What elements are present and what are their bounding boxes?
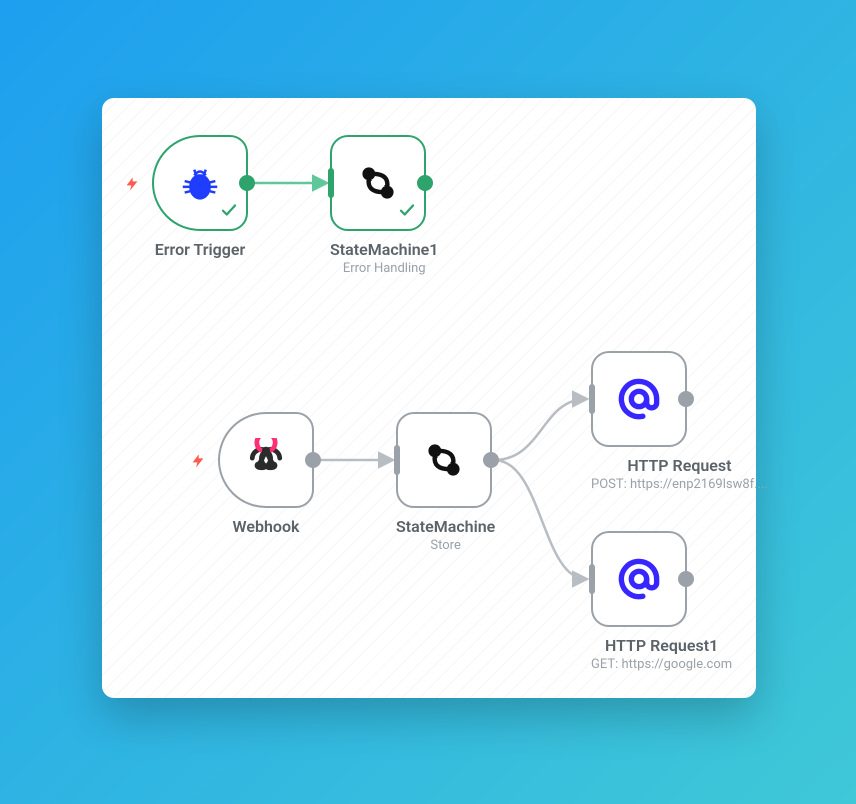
node-http-request[interactable]: HTTP Request POST: https://enp2169lsw8f.…: [591, 351, 768, 492]
node-box[interactable]: [330, 135, 426, 231]
workflow-canvas[interactable]: Error Trigger StateMachine1 Error Han: [102, 98, 756, 698]
node-label: Error Trigger: [152, 240, 248, 259]
node-label: StateMachine1: [330, 240, 438, 259]
node-label: StateMachine: [396, 517, 495, 536]
input-port[interactable]: [589, 564, 595, 594]
input-port[interactable]: [589, 384, 595, 414]
node-http-request1[interactable]: HTTP Request1 GET: https://google.com: [591, 531, 732, 672]
node-box[interactable]: [396, 412, 492, 508]
checkmark-icon: [398, 201, 416, 223]
output-port[interactable]: [305, 452, 321, 468]
trigger-bolt-icon: [124, 173, 140, 199]
output-port[interactable]: [678, 571, 694, 587]
at-sign-icon: [616, 556, 662, 602]
node-box[interactable]: [218, 412, 314, 508]
state-machine-icon: [422, 438, 466, 482]
node-sublabel: Store: [396, 538, 495, 553]
trigger-bolt-icon: [190, 450, 206, 476]
input-port[interactable]: [394, 445, 400, 475]
node-error-trigger[interactable]: Error Trigger: [152, 135, 248, 259]
output-port[interactable]: [417, 175, 433, 191]
node-box[interactable]: [152, 135, 248, 231]
node-sublabel: GET: https://google.com: [591, 657, 732, 672]
output-port[interactable]: [678, 391, 694, 407]
bug-icon: [177, 160, 223, 206]
node-box[interactable]: [591, 351, 687, 447]
output-port[interactable]: [483, 452, 499, 468]
state-machine-icon: [356, 161, 400, 205]
webhook-icon: [244, 438, 288, 482]
node-statemachine1[interactable]: StateMachine1 Error Handling: [330, 135, 438, 276]
at-sign-icon: [616, 376, 662, 422]
output-port[interactable]: [239, 175, 255, 191]
node-statemachine[interactable]: StateMachine Store: [396, 412, 495, 553]
node-box[interactable]: [591, 531, 687, 627]
node-label: HTTP Request: [591, 456, 768, 475]
node-label: Webhook: [218, 517, 314, 536]
checkmark-icon: [220, 201, 238, 223]
node-sublabel: Error Handling: [330, 261, 438, 276]
node-webhook[interactable]: Webhook: [218, 412, 314, 536]
node-label: HTTP Request1: [591, 636, 732, 655]
node-sublabel: POST: https://enp2169lsw8f....: [591, 477, 768, 492]
input-port[interactable]: [328, 168, 334, 198]
